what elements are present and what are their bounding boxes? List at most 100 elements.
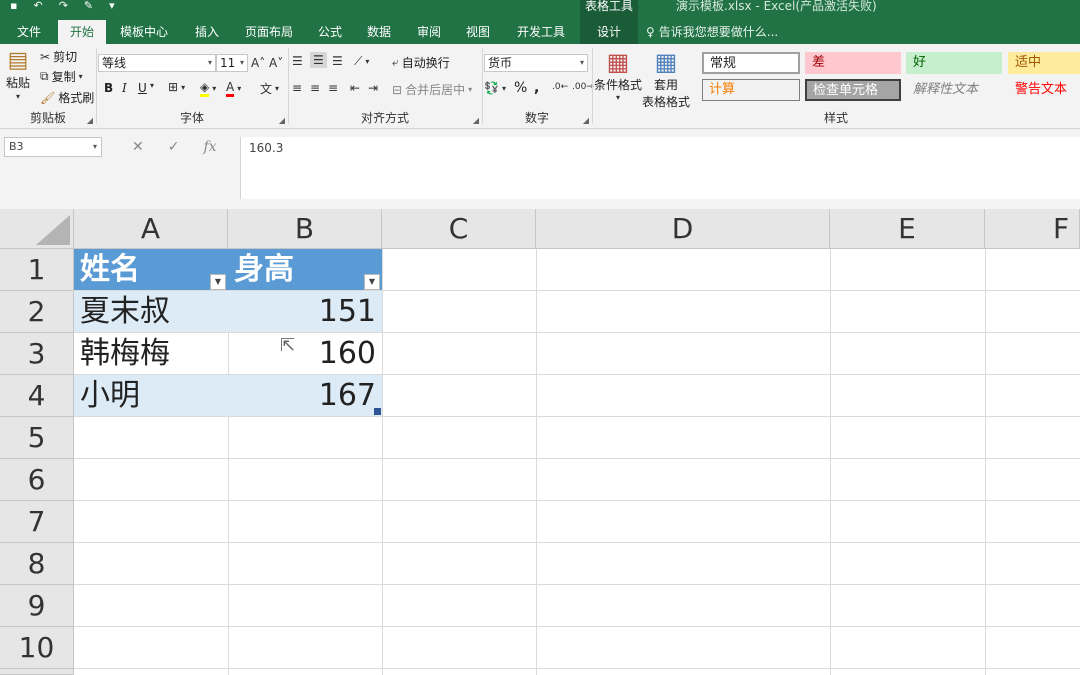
style-calculation[interactable]: 计算 <box>702 79 800 101</box>
row-header-2[interactable]: 2 <box>0 291 74 333</box>
align-center-icon: ≡ <box>310 81 321 95</box>
style-normal[interactable]: 常规 <box>702 52 800 74</box>
worksheet-grid[interactable]: A B C D E F 1 2 3 4 5 6 7 8 9 10 姓名 ▼ 身高… <box>0 209 1080 675</box>
row-header-5[interactable]: 5 <box>0 417 74 459</box>
tab-file[interactable]: 文件 <box>0 20 58 44</box>
tab-home[interactable]: 开始 <box>58 20 106 44</box>
table-cell-b2[interactable]: 151 <box>228 291 382 332</box>
bold-button[interactable]: B <box>104 81 113 95</box>
table-header-name[interactable]: 姓名 <box>74 249 228 290</box>
style-check-cell[interactable]: 检查单元格 <box>805 79 901 101</box>
table-cell-b3[interactable]: 160 <box>228 333 382 374</box>
increase-indent-button[interactable]: ⇥ <box>368 81 378 95</box>
decrease-font-button[interactable]: A˅ <box>269 56 283 70</box>
row-header-10[interactable]: 10 <box>0 627 74 669</box>
align-right-button[interactable]: ≡ <box>328 81 338 95</box>
column-header-a[interactable]: A <box>74 209 228 249</box>
format-as-table-button[interactable]: ▦ 套用 表格格式 <box>642 48 690 110</box>
tab-template-center[interactable]: 模板中心 <box>106 20 182 44</box>
decrease-indent-button[interactable]: ⇤ <box>350 81 360 95</box>
tab-view[interactable]: 视图 <box>454 20 502 44</box>
name-box[interactable]: B3 ▾ <box>4 137 102 157</box>
cut-button[interactable]: ✂ 剪切 <box>40 48 77 65</box>
phonetic-button[interactable]: 文 ▾ <box>260 80 279 97</box>
table-cell-b4[interactable]: 167 <box>228 375 382 416</box>
increase-decimal-button[interactable]: .0← <box>552 82 568 92</box>
tab-developer[interactable]: 开发工具 <box>502 20 580 44</box>
tell-me-box[interactable]: ♀ 告诉我您想要做什么... <box>646 20 778 44</box>
tab-page-layout[interactable]: 页面布局 <box>232 20 306 44</box>
tab-review[interactable]: 审阅 <box>404 20 454 44</box>
underline-button[interactable]: U <box>138 81 147 95</box>
table-resize-handle[interactable] <box>374 408 381 415</box>
copy-button[interactable]: ⧉ 复制 ▾ <box>40 68 83 85</box>
customize-qat-icon[interactable]: ▾ <box>109 0 115 12</box>
decrease-decimal-button[interactable]: .00→ <box>572 82 594 92</box>
style-explanatory[interactable]: 解释性文本 <box>906 79 1002 101</box>
dialog-launcher-icon[interactable]: ◢ <box>583 116 589 125</box>
wrap-text-button[interactable]: ⤶ 自动换行 <box>392 54 450 71</box>
select-all-button[interactable] <box>0 209 74 249</box>
tab-insert[interactable]: 插入 <box>182 20 232 44</box>
row-header-11[interactable] <box>0 669 74 675</box>
formula-input[interactable]: 160.3 <box>240 137 1080 199</box>
undo-icon[interactable]: ↶ <box>33 0 42 12</box>
insert-function-icon[interactable]: fx <box>203 139 216 155</box>
paste-button[interactable]: ▤ 粘贴 ▾ <box>6 48 30 101</box>
align-center-button[interactable]: ≡ <box>310 81 320 95</box>
tab-data[interactable]: 数据 <box>354 20 404 44</box>
dialog-launcher-icon[interactable]: ◢ <box>87 116 93 125</box>
accounting-format-button[interactable]: 💱 ▾ <box>484 81 506 95</box>
merge-center-button[interactable]: ⊟ 合并后居中 ▾ <box>392 81 472 98</box>
font-color-button[interactable]: A ▾ <box>226 80 241 97</box>
cancel-icon[interactable]: ✕ <box>132 139 144 155</box>
row-header-7[interactable]: 7 <box>0 501 74 543</box>
dialog-launcher-icon[interactable]: ◢ <box>279 116 285 125</box>
table-cell-a2[interactable]: 夏末叔 <box>74 291 228 332</box>
increase-font-button[interactable]: A˄ <box>251 56 265 70</box>
font-size-select[interactable]: 11 ▾ <box>216 54 248 72</box>
comma-button[interactable]: , <box>534 80 539 96</box>
tab-formulas[interactable]: 公式 <box>306 20 354 44</box>
dialog-launcher-icon[interactable]: ◢ <box>473 116 479 125</box>
borders-button[interactable]: ⊞ ▾ <box>168 80 185 94</box>
table-header-height[interactable]: 身高 <box>228 249 382 290</box>
column-header-f[interactable]: F <box>985 209 1080 249</box>
tab-design[interactable]: 设计 <box>580 20 638 44</box>
column-header-b[interactable]: B <box>228 209 382 249</box>
table-cell-a3[interactable]: 韩梅梅 <box>74 333 228 374</box>
underline-options-button[interactable]: ▾ <box>150 81 154 90</box>
filter-dropdown-height[interactable]: ▼ <box>364 274 380 290</box>
fill-color-button[interactable]: ◈ ▾ <box>200 80 216 97</box>
style-good[interactable]: 好 <box>906 52 1002 74</box>
format-painter-button[interactable]: 🖌 格式刷 <box>40 89 94 106</box>
align-left-button[interactable]: ≡ <box>292 81 302 95</box>
align-middle-button[interactable]: ☰ <box>310 52 327 68</box>
align-bottom-button[interactable]: ☰ <box>332 54 343 68</box>
style-bad[interactable]: 差 <box>805 52 901 74</box>
column-header-d[interactable]: D <box>536 209 830 249</box>
row-header-8[interactable]: 8 <box>0 543 74 585</box>
percent-button[interactable]: % <box>514 80 527 96</box>
touch-mode-icon[interactable]: ✎ <box>84 0 93 12</box>
number-format-select[interactable]: 货币 ▾ <box>484 54 588 72</box>
save-icon[interactable]: ▪ <box>10 0 17 12</box>
enter-icon[interactable]: ✓ <box>168 139 180 155</box>
redo-icon[interactable]: ↷ <box>59 0 68 12</box>
column-header-c[interactable]: C <box>382 209 536 249</box>
row-header-9[interactable]: 9 <box>0 585 74 627</box>
row-header-6[interactable]: 6 <box>0 459 74 501</box>
orientation-button[interactable]: ⟋ ▾ <box>354 54 369 69</box>
row-header-1[interactable]: 1 <box>0 249 74 291</box>
align-top-button[interactable]: ☰ <box>292 54 303 68</box>
style-warning[interactable]: 警告文本 <box>1008 79 1080 101</box>
font-name-select[interactable]: 等线 ▾ <box>98 54 216 72</box>
row-header-3[interactable]: 3 <box>0 333 74 375</box>
row-header-4[interactable]: 4 <box>0 375 74 417</box>
style-neutral[interactable]: 适中 <box>1008 52 1080 74</box>
conditional-formatting-button[interactable]: ▦ 条件格式 ▾ <box>594 48 642 102</box>
filter-dropdown-name[interactable]: ▼ <box>210 274 226 290</box>
italic-button[interactable]: I <box>122 81 127 95</box>
column-header-e[interactable]: E <box>830 209 985 249</box>
table-cell-a4[interactable]: 小明 <box>74 375 228 416</box>
